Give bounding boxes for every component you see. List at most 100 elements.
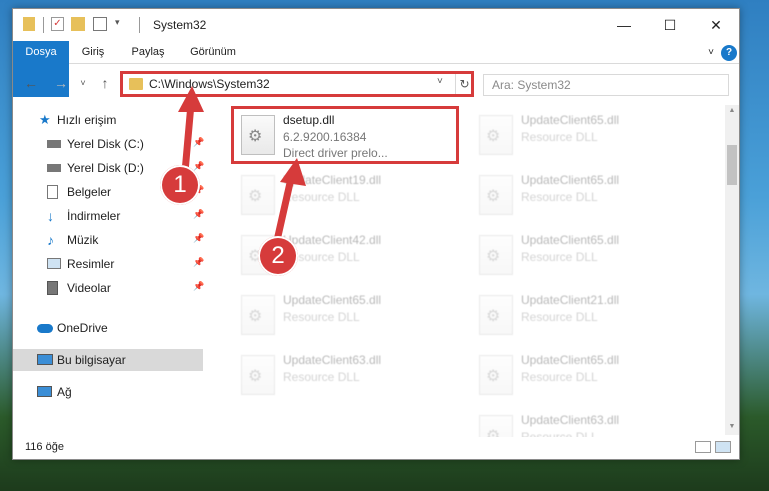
minimize-button[interactable]: — xyxy=(601,9,647,41)
tab-view[interactable]: Görünüm xyxy=(183,41,243,64)
sidebar-item-quick-access[interactable]: ★ Hızlı erişim xyxy=(13,109,203,131)
help-icon[interactable]: ? xyxy=(721,45,737,61)
file-name: UpdateClient42.dll xyxy=(283,233,382,247)
file-item[interactable]: UpdateClient65.dll Resource DLL xyxy=(471,169,699,225)
sidebar-item-this-pc[interactable]: Bu bilgisayar xyxy=(13,349,203,371)
file-item[interactable]: UpdateClient63.dll Resource DLL xyxy=(233,349,461,405)
large-icons-view-icon[interactable] xyxy=(715,441,731,453)
sidebar-item-label: Yerel Disk (D:) xyxy=(67,161,144,175)
sidebar-item-label: Hızlı erişim xyxy=(57,113,117,127)
dll-file-icon xyxy=(479,355,513,395)
file-name: UpdateClient65.dll xyxy=(521,353,620,367)
folder-icon xyxy=(23,17,35,31)
file-type: Resource DLL xyxy=(521,190,598,204)
dll-file-icon xyxy=(479,115,513,155)
navigation-pane: ★ Hızlı erişim Yerel Disk (C:) 📌 Yerel D… xyxy=(13,105,207,433)
file-type: Resource DLL xyxy=(521,250,598,264)
file-name: UpdateClient19.dll xyxy=(283,173,382,187)
sidebar-item-onedrive[interactable]: OneDrive xyxy=(13,317,203,339)
sidebar-item-label: Bu bilgisayar xyxy=(57,353,126,367)
back-button[interactable]: ← xyxy=(23,75,39,91)
pin-icon[interactable]: 📌 xyxy=(193,137,204,148)
file-name: UpdateClient65.dll xyxy=(521,233,620,247)
pin-icon[interactable]: 📌 xyxy=(193,161,204,172)
pictures-icon xyxy=(47,258,61,269)
expand-ribbon-icon[interactable]: ˅ xyxy=(703,45,719,61)
file-name: UpdateClient21.dll xyxy=(521,293,620,307)
up-button[interactable]: ↑ xyxy=(97,75,113,91)
maximize-button[interactable]: ☐ xyxy=(647,9,693,41)
file-highlight-box xyxy=(231,106,459,164)
file-name: UpdateClient65.dll xyxy=(521,173,620,187)
details-view-icon[interactable] xyxy=(695,441,711,453)
cloud-icon xyxy=(37,324,53,333)
new-folder-icon[interactable] xyxy=(71,17,85,31)
item-count: 116 öğe xyxy=(25,441,64,453)
network-icon xyxy=(37,386,52,397)
separator-icon xyxy=(43,17,44,33)
address-bar[interactable]: C:\Windows\System32 ˅ ↻ xyxy=(120,71,474,97)
dll-file-icon xyxy=(479,235,513,275)
file-name: UpdateClient65.dll xyxy=(521,113,620,127)
folder-icon xyxy=(129,78,143,90)
dll-file-icon xyxy=(479,175,513,215)
chevron-down-icon[interactable]: ▾ xyxy=(115,17,120,33)
sidebar-item-label: Yerel Disk (C:) xyxy=(67,137,144,151)
search-input[interactable]: Ara: System32 xyxy=(483,74,729,96)
ribbon-tabs: Dosya Giriş Paylaş Görünüm ˅ ? xyxy=(13,41,739,97)
scroll-up-icon[interactable]: ▲ xyxy=(727,107,737,117)
sidebar-item-label: OneDrive xyxy=(57,321,108,335)
view-icon[interactable] xyxy=(93,17,107,31)
recent-dropdown-icon[interactable]: ˅ xyxy=(75,75,91,91)
close-button[interactable]: ✕ xyxy=(693,9,739,41)
documents-icon xyxy=(47,185,58,199)
file-type: Resource DLL xyxy=(521,130,598,144)
address-path[interactable]: C:\Windows\System32 xyxy=(149,77,270,91)
pin-icon[interactable]: 📌 xyxy=(193,257,204,268)
dll-file-icon xyxy=(479,295,513,335)
sidebar-item-downloads[interactable]: ↓ İndirmeler 📌 xyxy=(13,205,204,227)
scroll-thumb[interactable] xyxy=(727,145,737,185)
explorer-window: ✓ ▾ System32 — ☐ ✕ Dosya Giriş Paylaş Gö… xyxy=(12,8,740,460)
pin-icon[interactable]: 📌 xyxy=(193,281,204,292)
file-item[interactable]: UpdateClient65.dll Resource DLL xyxy=(471,349,699,405)
pin-icon[interactable]: 📌 xyxy=(193,209,204,220)
sidebar-item-videos[interactable]: Videolar 📌 xyxy=(13,277,204,299)
refresh-icon[interactable]: ↻ xyxy=(455,74,473,94)
step-2-badge: 2 xyxy=(258,236,298,276)
sidebar-item-label: Belgeler xyxy=(67,185,112,199)
properties-icon[interactable]: ✓ xyxy=(51,17,64,31)
sidebar-item-network[interactable]: Ağ xyxy=(13,381,203,403)
forward-button[interactable]: → xyxy=(53,75,69,91)
sidebar-item-label: Resimler xyxy=(67,257,115,271)
dll-file-icon xyxy=(241,355,275,395)
tab-home[interactable]: Giriş xyxy=(73,41,113,64)
file-item[interactable]: UpdateClient65.dll Resource DLL xyxy=(471,229,699,285)
vertical-scrollbar[interactable]: ▲ ▼ xyxy=(725,105,739,435)
file-item[interactable]: UpdateClient65.dll Resource DLL xyxy=(233,289,461,345)
pin-icon[interactable]: 📌 xyxy=(193,233,204,244)
search-placeholder: Ara: System32 xyxy=(492,78,571,92)
download-icon: ↓ xyxy=(47,208,54,224)
file-type: Resource DLL xyxy=(521,370,598,384)
dll-file-icon xyxy=(479,415,513,437)
sidebar-item-music[interactable]: ♪ Müzik 📌 xyxy=(13,229,204,251)
sidebar-item-label: Ağ xyxy=(57,385,72,399)
sidebar-item-local-disk-c[interactable]: Yerel Disk (C:) 📌 xyxy=(13,133,204,155)
tab-share[interactable]: Paylaş xyxy=(123,41,173,64)
file-item[interactable]: UpdateClient63.dll Resource DLL xyxy=(471,409,699,437)
file-name: UpdateClient63.dll xyxy=(521,413,620,427)
dll-file-icon xyxy=(241,175,275,215)
file-item[interactable]: UpdateClient19.dll Resource DLL xyxy=(233,169,461,225)
chevron-down-icon[interactable]: ˅ xyxy=(437,76,443,87)
window-title: System32 xyxy=(153,18,207,32)
file-type: Resource DLL xyxy=(283,370,360,384)
file-item[interactable]: UpdateClient65.dll Resource DLL xyxy=(471,109,699,165)
file-item[interactable]: UpdateClient21.dll Resource DLL xyxy=(471,289,699,345)
computer-icon xyxy=(37,354,53,365)
sidebar-item-label: Müzik xyxy=(67,233,99,247)
sidebar-item-pictures[interactable]: Resimler 📌 xyxy=(13,253,204,275)
file-name: UpdateClient63.dll xyxy=(283,353,382,367)
drive-icon xyxy=(47,164,61,172)
scroll-down-icon[interactable]: ▼ xyxy=(727,423,737,433)
